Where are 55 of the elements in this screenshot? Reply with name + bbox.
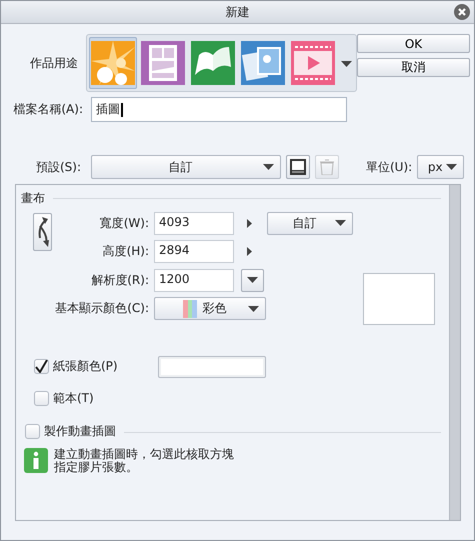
field-label: 預設(S): xyxy=(34,158,81,176)
field-label: 解析度(R): xyxy=(90,272,149,289)
trash-icon xyxy=(320,159,334,175)
caret-icon xyxy=(263,164,274,170)
arrow-right-icon[interactable] xyxy=(247,218,252,228)
field-label: 作品用途 xyxy=(29,54,78,72)
arrow-right-icon[interactable] xyxy=(247,247,252,256)
more-caret-icon xyxy=(341,61,352,67)
save-icon xyxy=(290,159,306,175)
dialog-button[interactable]: OK xyxy=(357,34,470,53)
dropdown-button[interactable] xyxy=(241,268,264,292)
field-value: 插圖 xyxy=(96,101,120,118)
checkmark-icon xyxy=(35,360,48,373)
save-button[interactable] xyxy=(286,155,310,179)
text-cursor xyxy=(121,102,123,116)
file-name-field[interactable]: 插圖 xyxy=(91,97,347,122)
photos-icon xyxy=(241,41,285,85)
number-field[interactable]: 4093 xyxy=(154,212,234,235)
number-field[interactable]: 2894 xyxy=(154,240,234,264)
swap-arrows-icon xyxy=(36,216,48,248)
field-label: 基本顯示顏色(C): xyxy=(54,300,149,318)
caret-icon xyxy=(247,277,258,284)
checkbox-label: 範本(T) xyxy=(53,390,94,407)
field-label: 單位(U): xyxy=(366,158,412,176)
number-field[interactable]: 1200 xyxy=(154,268,234,292)
color-mode-dropdown[interactable]: 彩色 xyxy=(154,297,266,320)
field-label: 寬度(W): xyxy=(98,214,149,232)
swap-button[interactable] xyxy=(33,213,52,251)
purpose-tile[interactable] xyxy=(89,37,137,89)
checkbox[interactable] xyxy=(34,391,49,406)
checkbox[interactable] xyxy=(34,359,49,374)
checkbox-label: 製作動畫插圖 xyxy=(44,423,116,440)
window-title: 新建 xyxy=(226,4,250,20)
field-label: 檔案名稱(A): xyxy=(12,101,83,118)
unit-dropdown[interactable]: px xyxy=(417,155,464,179)
comic-panels-icon xyxy=(141,41,185,85)
dialog-button[interactable]: 取消 xyxy=(357,58,470,77)
info-text: 建立動畫插圖時，勾選此核取方塊 指定膠片張數。 xyxy=(54,448,234,474)
info-icon xyxy=(24,448,48,473)
preset-dropdown[interactable]: 自訂 xyxy=(91,155,281,179)
close-icon[interactable] xyxy=(454,4,470,20)
caret-icon xyxy=(446,164,458,170)
caret-icon xyxy=(335,220,346,226)
section-title: 畫布 xyxy=(21,190,45,207)
scrollbar[interactable] xyxy=(449,185,460,520)
field-label: 高度(H): xyxy=(102,243,149,260)
canvas-preview xyxy=(363,273,435,325)
checkbox[interactable] xyxy=(25,424,40,439)
color-swatch-icon xyxy=(182,300,196,318)
checkbox-label: 紙張顏色(P) xyxy=(53,358,118,375)
book-icon xyxy=(191,41,235,85)
paper-color-field[interactable] xyxy=(158,356,266,378)
size-dropdown[interactable]: 自訂 xyxy=(267,212,353,235)
caret-icon xyxy=(248,306,259,312)
film-play-icon xyxy=(291,41,335,85)
